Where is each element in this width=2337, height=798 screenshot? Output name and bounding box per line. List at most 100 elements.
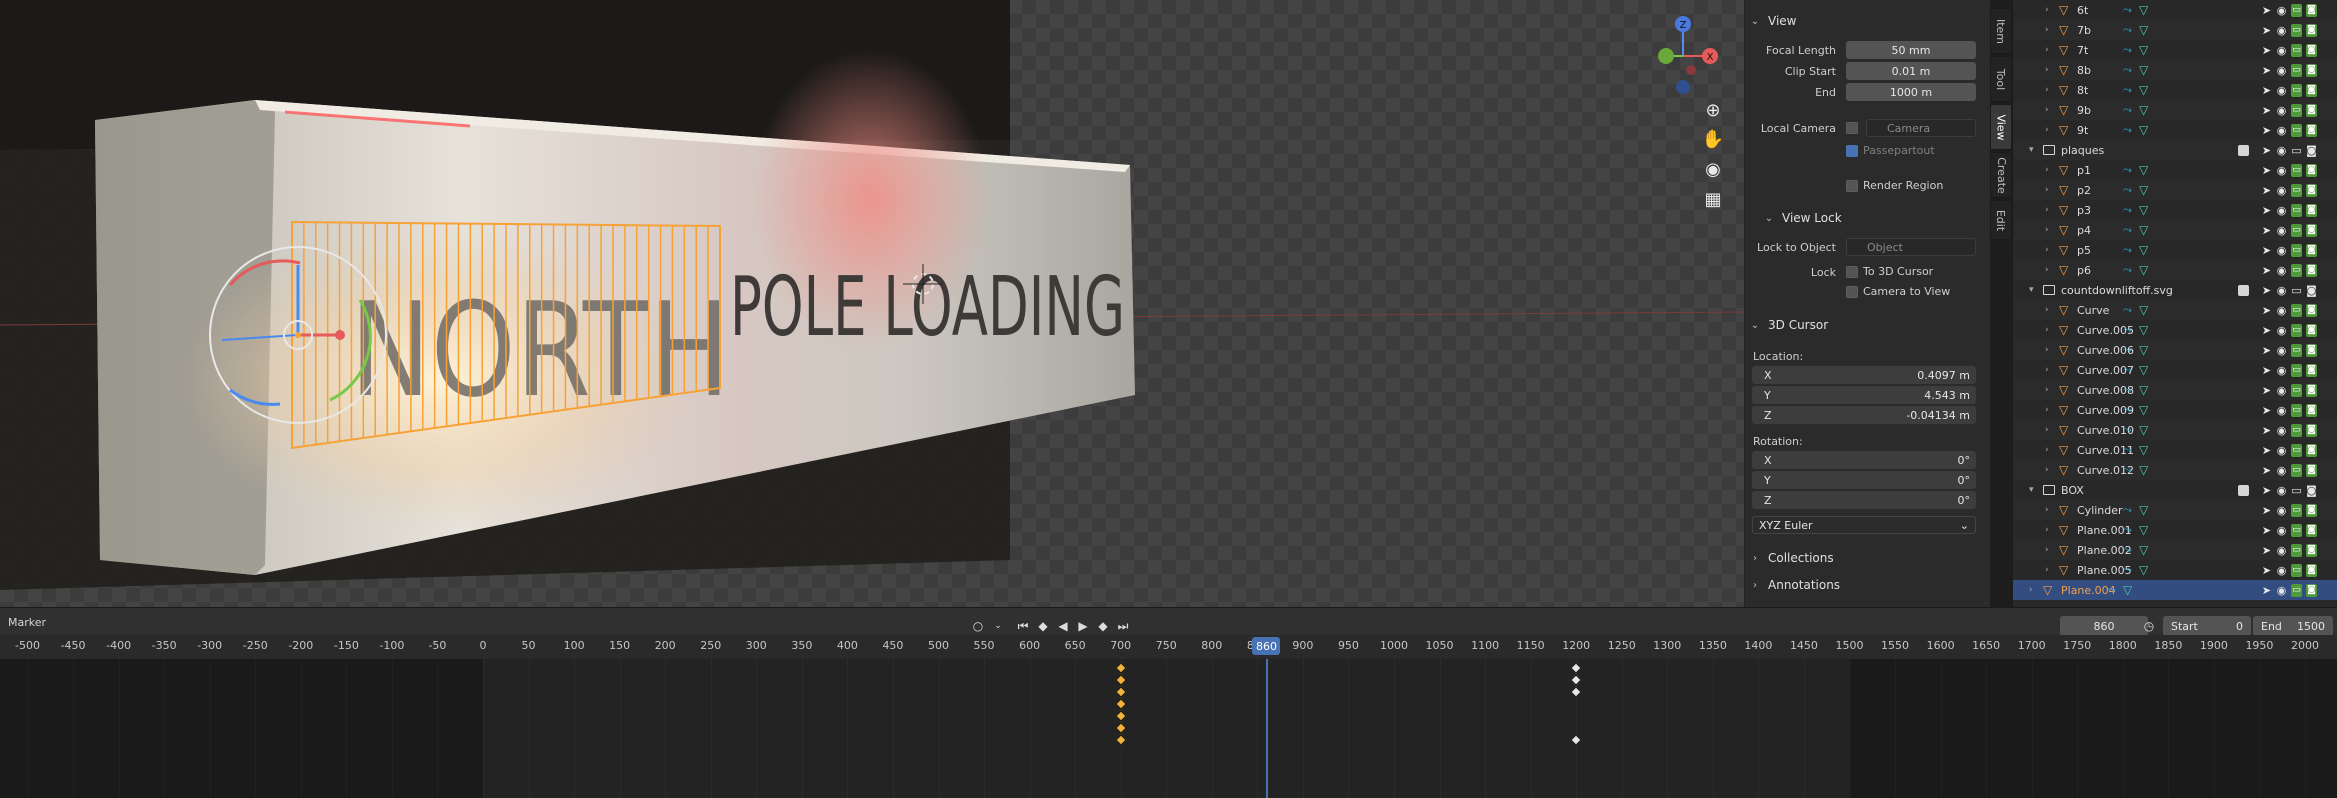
- eye-icon[interactable]: ◉: [2276, 224, 2287, 237]
- collection-checkbox[interactable]: [2238, 144, 2249, 156]
- camera-render-icon[interactable]: ◙: [2306, 284, 2317, 297]
- eye-icon[interactable]: ◉: [2276, 564, 2287, 577]
- keyframe[interactable]: [1115, 662, 1127, 674]
- expand-right-icon[interactable]: ›: [2045, 265, 2049, 275]
- monitor-icon[interactable]: ▭: [2291, 343, 2302, 357]
- monitor-icon[interactable]: ▭: [2291, 144, 2302, 157]
- outliner-row[interactable]: › ▽ Curve.009 ⤳ ▽ ➤ ◉ ▭ ◙: [2013, 400, 2337, 420]
- cursor-location-x[interactable]: X 0.4097 m: [1752, 366, 1976, 384]
- select-icon[interactable]: ➤: [2261, 164, 2272, 177]
- render-region-checkbox[interactable]: [1846, 180, 1858, 192]
- outliner-row[interactable]: › ▽ 7b ⤳ ▽ ➤ ◉ ▭ ◙: [2013, 20, 2337, 40]
- camera-render-icon[interactable]: ◙: [2306, 403, 2317, 417]
- monitor-icon[interactable]: ▭: [2291, 523, 2302, 537]
- monitor-icon[interactable]: ▭: [2291, 563, 2302, 577]
- select-icon[interactable]: ➤: [2261, 104, 2272, 117]
- outliner-row[interactable]: › ▽ 6t ⤳ ▽ ➤ ◉ ▭ ◙: [2013, 0, 2337, 20]
- expand-right-icon[interactable]: ›: [2045, 385, 2049, 395]
- keyframe[interactable]: [1115, 686, 1127, 698]
- expand-right-icon[interactable]: ›: [2045, 305, 2049, 315]
- end-frame-field[interactable]: End 1500: [2253, 616, 2333, 636]
- camera-render-icon[interactable]: ◙: [2306, 543, 2317, 557]
- outliner-row[interactable]: › ▽ Plane.004 ⤳ ▽ ➤ ◉ ▭ ◙: [2013, 580, 2337, 600]
- keyframe[interactable]: [1115, 734, 1127, 746]
- eye-icon[interactable]: ◉: [2276, 424, 2287, 437]
- camera-render-icon[interactable]: ◙: [2306, 144, 2317, 157]
- to-3d-cursor-checkbox[interactable]: [1846, 266, 1858, 278]
- monitor-icon[interactable]: ▭: [2291, 383, 2302, 397]
- outliner-row[interactable]: › ▽ p1 ⤳ ▽ ➤ ◉ ▭ ◙: [2013, 160, 2337, 180]
- select-icon[interactable]: ➤: [2261, 484, 2272, 497]
- expand-right-icon[interactable]: ›: [2045, 505, 2049, 515]
- camera-render-icon[interactable]: ◙: [2306, 463, 2317, 477]
- eye-icon[interactable]: ◉: [2276, 64, 2287, 77]
- outliner-row[interactable]: › ▽ Curve.005 ⤳ ▽ ➤ ◉ ▭ ◙: [2013, 320, 2337, 340]
- monitor-icon[interactable]: ▭: [2291, 503, 2302, 517]
- eye-icon[interactable]: ◉: [2276, 404, 2287, 417]
- select-icon[interactable]: ➤: [2261, 324, 2272, 337]
- playhead-line[interactable]: [1266, 659, 1269, 798]
- camera-render-icon[interactable]: ◙: [2306, 243, 2317, 257]
- camera-render-icon[interactable]: ◙: [2306, 503, 2317, 517]
- select-icon[interactable]: ➤: [2261, 184, 2272, 197]
- camera-render-icon[interactable]: ◙: [2306, 343, 2317, 357]
- camera-render-icon[interactable]: ◙: [2306, 123, 2317, 137]
- local-camera-checkbox[interactable]: [1846, 122, 1858, 134]
- outliner-row[interactable]: › ▽ 9t ⤳ ▽ ➤ ◉ ▭ ◙: [2013, 120, 2337, 140]
- outliner-row[interactable]: › ▽ Curve.007 ⤳ ▽ ➤ ◉ ▭ ◙: [2013, 360, 2337, 380]
- current-frame-field[interactable]: 860: [2060, 616, 2148, 636]
- select-icon[interactable]: ➤: [2261, 44, 2272, 57]
- eye-icon[interactable]: ◉: [2276, 264, 2287, 277]
- expand-right-icon[interactable]: ›: [2045, 105, 2049, 115]
- expand-right-icon[interactable]: ›: [2045, 245, 2049, 255]
- monitor-icon[interactable]: ▭: [2291, 183, 2302, 197]
- eye-icon[interactable]: ◉: [2276, 484, 2287, 497]
- keyframe[interactable]: [1570, 734, 1582, 746]
- clock-icon[interactable]: ◷: [2140, 617, 2158, 635]
- expand-right-icon[interactable]: ›: [2045, 465, 2049, 475]
- camera-to-view-checkbox[interactable]: [1846, 286, 1858, 298]
- eye-icon[interactable]: ◉: [2276, 364, 2287, 377]
- eye-icon[interactable]: ◉: [2276, 384, 2287, 397]
- keyframe[interactable]: [1115, 674, 1127, 686]
- expand-right-icon[interactable]: ›: [2045, 565, 2049, 575]
- outliner-row[interactable]: › ▽ Curve.012 ⤳ ▽ ➤ ◉ ▭ ◙: [2013, 460, 2337, 480]
- cursor-location-y[interactable]: Y 4.543 m: [1752, 386, 1976, 404]
- eye-icon[interactable]: ◉: [2276, 304, 2287, 317]
- camera-render-icon[interactable]: ◙: [2306, 484, 2317, 497]
- expand-right-icon[interactable]: ›: [2045, 525, 2049, 535]
- tab-tool[interactable]: Tool: [1990, 56, 2012, 102]
- eye-icon[interactable]: ◉: [2276, 44, 2287, 57]
- camera-render-icon[interactable]: ◙: [2306, 303, 2317, 317]
- camera-render-icon[interactable]: ◙: [2306, 383, 2317, 397]
- expand-down-icon[interactable]: ▾: [2029, 145, 2034, 155]
- eye-icon[interactable]: ◉: [2276, 464, 2287, 477]
- collection-checkbox[interactable]: [2238, 284, 2249, 296]
- monitor-icon[interactable]: ▭: [2291, 163, 2302, 177]
- timeline-ruler[interactable]: -500 -450 -400 -350 -300 -250 -200 -150 -100 -50 0…: [0, 635, 2337, 659]
- camera-icon[interactable]: ◉: [1700, 156, 1726, 182]
- monitor-icon[interactable]: ▭: [2291, 83, 2302, 97]
- clip-start-field[interactable]: 0.01 m: [1846, 62, 1976, 80]
- monitor-icon[interactable]: ▭: [2291, 423, 2302, 437]
- eye-icon[interactable]: ◉: [2276, 84, 2287, 97]
- monitor-icon[interactable]: ▭: [2291, 403, 2302, 417]
- camera-render-icon[interactable]: ◙: [2306, 223, 2317, 237]
- outliner-row[interactable]: › ▽ p2 ⤳ ▽ ➤ ◉ ▭ ◙: [2013, 180, 2337, 200]
- jump-start-icon[interactable]: ⏮: [1014, 617, 1032, 635]
- view-panel-header[interactable]: ⌄ View: [1744, 10, 1984, 32]
- outliner-row[interactable]: › ▽ Plane.002 ⤳ ▽ ➤ ◉ ▭ ◙: [2013, 540, 2337, 560]
- select-icon[interactable]: ➤: [2261, 84, 2272, 97]
- expand-right-icon[interactable]: ›: [2045, 25, 2049, 35]
- outliner-row[interactable]: › ▽ 8b ⤳ ▽ ➤ ◉ ▭ ◙: [2013, 60, 2337, 80]
- monitor-icon[interactable]: ▭: [2291, 463, 2302, 477]
- outliner-row[interactable]: › ▽ Plane.001 ⤳ ▽ ➤ ◉ ▭ ◙: [2013, 520, 2337, 540]
- camera-render-icon[interactable]: ◙: [2306, 263, 2317, 277]
- eye-icon[interactable]: ◉: [2276, 204, 2287, 217]
- 3d-cursor-header[interactable]: ⌄ 3D Cursor: [1744, 314, 1984, 336]
- select-icon[interactable]: ➤: [2261, 124, 2272, 137]
- select-icon[interactable]: ➤: [2261, 404, 2272, 417]
- outliner-row[interactable]: › ▽ Plane.005 ⤳ ▽ ➤ ◉ ▭ ◙: [2013, 560, 2337, 580]
- camera-render-icon[interactable]: ◙: [2306, 203, 2317, 217]
- select-icon[interactable]: ➤: [2261, 464, 2272, 477]
